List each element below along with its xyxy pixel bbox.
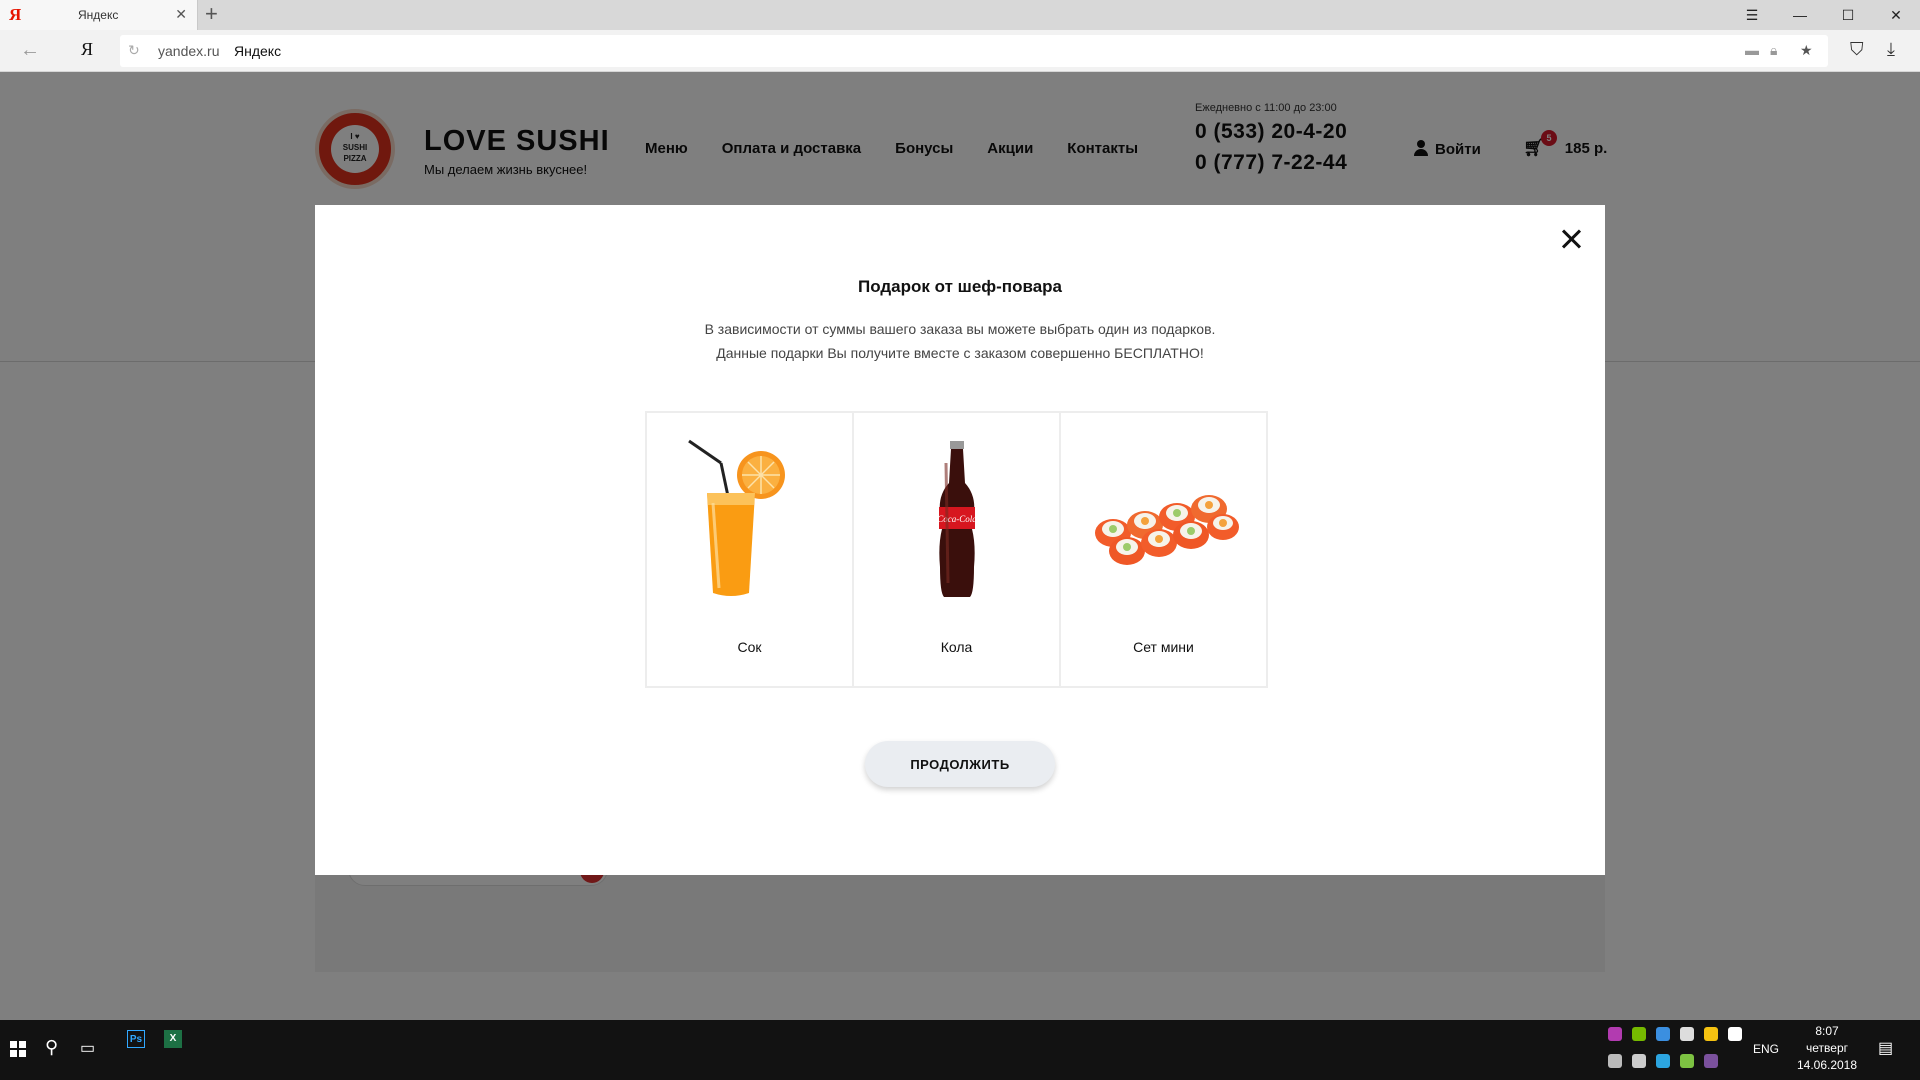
notifications-icon[interactable]: ▤: [1878, 1038, 1893, 1058]
clock-time: 8:07: [1815, 1024, 1839, 1038]
browser-tab-bar: Я Яндекс ✕ + ☰ — ☐ ✕: [0, 0, 1920, 30]
modal-description-line-2: Данные подарки Вы получите вместе с зака…: [716, 345, 1204, 361]
close-icon[interactable]: [1559, 227, 1583, 251]
protect-icon[interactable]: ⛉: [1850, 39, 1864, 60]
tray-app-icon[interactable]: [1608, 1027, 1622, 1041]
browser-menu-icon[interactable]: ☰: [1728, 0, 1776, 30]
search-icon[interactable]: ⚲: [45, 1037, 58, 1058]
windows-taskbar: ⚲ ▭ Ps X ENG 8:07 четверг 14.06.2018 ▤: [0, 1020, 1920, 1080]
viber-tray-icon[interactable]: [1704, 1054, 1718, 1068]
telegram-tray-icon[interactable]: [1656, 1054, 1670, 1068]
clock-date: 14.06.2018: [1796, 1058, 1858, 1072]
url-page-title: Яндекс: [234, 43, 282, 59]
orange-juice-image: [688, 439, 785, 596]
cloud-tray-icon[interactable]: [1656, 1027, 1670, 1041]
modal-description-line-1: В зависимости от суммы вашего заказа вы …: [704, 321, 1216, 337]
minimize-icon[interactable]: —: [1776, 0, 1824, 30]
downloads-icon[interactable]: ⤓: [1887, 39, 1895, 60]
modal-title: Подарок от шеф-повара: [858, 277, 1062, 296]
gift-option-cola[interactable]: Coca-Cola Кола: [852, 411, 1061, 688]
cola-bottle-image: Coca-Cola: [937, 441, 977, 597]
excel-app-icon[interactable]: X: [164, 1030, 182, 1048]
gift-name: Сет мини: [1133, 639, 1194, 655]
new-tab-plus-icon[interactable]: +: [205, 2, 218, 26]
maximize-icon[interactable]: ☐: [1824, 0, 1872, 30]
volume-icon[interactable]: [1608, 1054, 1622, 1068]
continue-button[interactable]: ПРОДОЛЖИТЬ: [865, 741, 1055, 787]
windows-start-icon[interactable]: [10, 1041, 26, 1057]
printer-tray-icon[interactable]: [1680, 1027, 1694, 1041]
back-arrow-icon[interactable]: ←: [20, 39, 40, 62]
yandex-favicon-icon: Я: [9, 5, 22, 24]
reload-icon[interactable]: ↻: [128, 42, 140, 59]
gift-name: Кола: [940, 639, 973, 655]
display-tray-icon[interactable]: [1632, 1054, 1646, 1068]
tab-title: Яндекс: [78, 8, 119, 22]
gift-option-sushi-set[interactable]: Сет мини: [1059, 411, 1268, 688]
gift-options: Сок Coca-Cola Кола Сет мини: [645, 411, 1268, 688]
tab-close-icon[interactable]: ✕: [175, 6, 187, 23]
close-window-icon[interactable]: ✕: [1872, 0, 1920, 30]
gift-option-juice[interactable]: Сок: [645, 411, 854, 688]
photoshop-app-icon[interactable]: Ps: [127, 1030, 145, 1048]
browser-tab[interactable]: Я Яндекс ✕: [0, 0, 198, 30]
language-indicator[interactable]: ENG: [1750, 1042, 1782, 1056]
svg-text:Coca-Cola: Coca-Cola: [937, 514, 977, 524]
address-bar: ← Я ↻ yandex.ru Яндекс ▬ 🔒︎ ★ ⛉ ⤓: [0, 30, 1920, 72]
sushi-rolls-image: [1095, 495, 1239, 565]
clock[interactable]: 8:07 четверг 14.06.2018: [1792, 1024, 1862, 1072]
url-field[interactable]: ↻ yandex.ru Яндекс ▬ 🔒︎ ★: [120, 35, 1828, 67]
lock-icon[interactable]: 🔒︎: [1770, 42, 1777, 59]
folder-tray-icon[interactable]: [1704, 1027, 1718, 1041]
url-domain: yandex.ru: [158, 43, 220, 59]
task-view-icon[interactable]: ▭: [80, 1038, 95, 1058]
nvidia-tray-icon[interactable]: [1632, 1027, 1646, 1041]
comment-icon[interactable]: ▬: [1745, 42, 1759, 58]
clock-weekday: четверг: [1806, 1041, 1848, 1055]
modal-description: В зависимости от суммы вашего заказа вы …: [315, 317, 1605, 365]
gift-modal: Подарок от шеф-повара В зависимости от с…: [315, 205, 1605, 875]
clover-tray-icon[interactable]: [1680, 1054, 1694, 1068]
yandex-logo-icon[interactable]: Я: [81, 39, 93, 60]
gift-name: Сок: [737, 639, 762, 655]
bookmark-star-icon[interactable]: ★: [1800, 42, 1813, 59]
network-flag-tray-icon[interactable]: [1728, 1027, 1742, 1041]
